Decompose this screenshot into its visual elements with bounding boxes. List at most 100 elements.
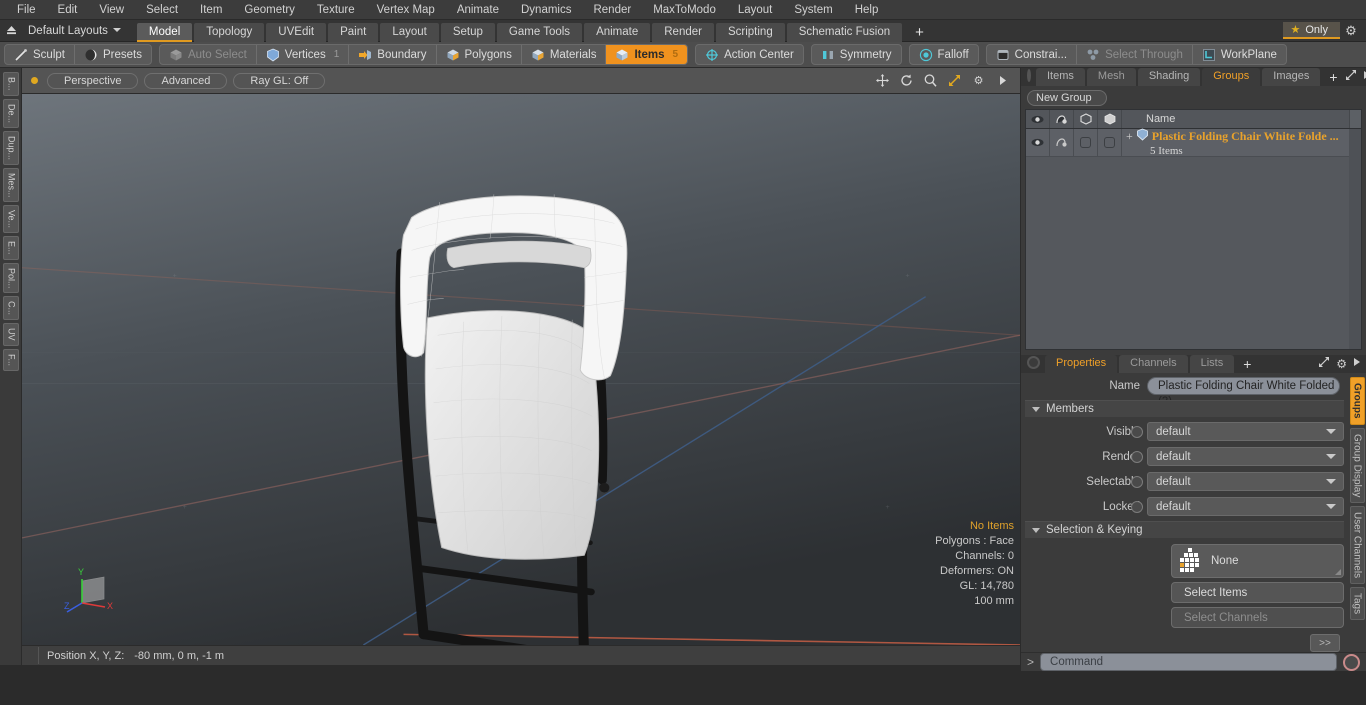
name-field[interactable]: Plastic Folding Chair White Folded (3) <box>1147 376 1340 408</box>
materials-button[interactable]: Materials <box>522 45 607 64</box>
tab-images[interactable]: Images <box>1262 68 1321 86</box>
polygons-button[interactable]: Polygons <box>437 45 522 64</box>
falloff-button[interactable]: Falloff <box>910 45 978 64</box>
constraints-button[interactable]: Constrai... <box>987 45 1078 64</box>
rotate-icon[interactable] <box>899 73 914 88</box>
members-section-header[interactable]: Members <box>1025 400 1344 417</box>
tab-items[interactable]: Items <box>1036 68 1085 86</box>
menu-item-system[interactable]: System <box>783 0 843 20</box>
sculpt-button[interactable]: Sculpt <box>5 45 75 64</box>
viewport-menu-dot-icon[interactable] <box>31 77 38 84</box>
tab-layout[interactable]: Layout <box>380 22 439 42</box>
home-icon[interactable] <box>0 20 22 42</box>
menu-item-animate[interactable]: Animate <box>446 0 510 20</box>
gear-icon[interactable]: ⚙ <box>971 73 986 88</box>
viewport-raygl-dropdown[interactable]: Ray GL: Off <box>233 72 326 89</box>
popout-icon[interactable] <box>1318 356 1330 371</box>
cube-solid-icon[interactable] <box>1098 109 1122 129</box>
left-tab-vertex[interactable]: Ve... <box>2 205 19 234</box>
add-properties-tab-button[interactable]: + <box>1236 356 1258 373</box>
workplane-button[interactable]: WorkPlane <box>1193 45 1286 64</box>
selectable-keyframe-dot[interactable] <box>1131 475 1143 488</box>
render-icon[interactable] <box>1050 109 1074 129</box>
left-tab-duplicate[interactable]: Dup... <box>2 130 19 165</box>
selectable-dropdown[interactable]: default <box>1147 472 1344 491</box>
left-tab-edge[interactable]: E... <box>2 236 19 260</box>
menu-item-help[interactable]: Help <box>844 0 890 20</box>
viewport-perspective-dropdown[interactable]: Perspective <box>47 72 139 89</box>
render-keyframe-dot[interactable] <box>1131 450 1143 463</box>
group-list-body[interactable]: + Plastic Folding Chair White Folde ... … <box>1025 128 1362 350</box>
side-tab-tags[interactable]: Tags <box>1349 587 1365 621</box>
left-tab-uv[interactable]: UV <box>2 323 19 346</box>
menu-item-select[interactable]: Select <box>135 0 189 20</box>
move-icon[interactable] <box>875 73 890 88</box>
menu-item-vertex-map[interactable]: Vertex Map <box>366 0 446 20</box>
menu-item-view[interactable]: View <box>88 0 135 20</box>
select-items-button[interactable]: Select Items <box>1171 582 1344 603</box>
tab-lists[interactable]: Lists <box>1189 355 1235 373</box>
settings-gear-icon[interactable]: ⚙ <box>1340 23 1362 39</box>
select-through-button[interactable]: Select Through <box>1077 45 1193 64</box>
locked-dropdown[interactable]: default <box>1147 497 1344 516</box>
tab-render[interactable]: Render <box>652 22 714 42</box>
left-tab-mesh[interactable]: Mes... <box>2 167 19 203</box>
row-locked-toggle[interactable] <box>1098 128 1122 157</box>
tab-properties[interactable]: Properties <box>1045 355 1118 373</box>
locked-keyframe-dot[interactable] <box>1131 500 1143 513</box>
tab-schematic-fusion[interactable]: Schematic Fusion <box>786 22 903 42</box>
vertices-button[interactable]: Vertices 1 <box>257 45 350 64</box>
selection-keying-section-header[interactable]: Selection & Keying <box>1025 521 1344 538</box>
items-button[interactable]: Items 5 <box>606 45 688 64</box>
select-channels-button[interactable]: Select Channels <box>1171 607 1344 628</box>
row-name-cell[interactable]: + Plastic Folding Chair White Folde ... … <box>1122 128 1361 157</box>
left-tab-basic[interactable]: B... <box>2 72 19 96</box>
presets-button[interactable]: Presets <box>75 45 151 64</box>
tab-uvedit[interactable]: UVEdit <box>266 22 327 42</box>
tab-topology[interactable]: Topology <box>194 22 265 42</box>
add-tab-button[interactable]: + <box>904 23 935 42</box>
menu-item-render[interactable]: Render <box>582 0 642 20</box>
add-panel-tab-button[interactable]: + <box>1322 69 1344 86</box>
gear-icon[interactable]: ⚙ <box>1336 357 1347 371</box>
default-layouts-dropdown[interactable]: Default Layouts <box>22 25 129 37</box>
chevron-right-icon[interactable] <box>995 73 1010 88</box>
properties-menu-icon[interactable] <box>1027 356 1040 369</box>
menu-item-item[interactable]: Item <box>189 0 233 20</box>
tab-channels[interactable]: Channels <box>1119 355 1188 373</box>
boundary-button[interactable]: Boundary <box>349 45 437 64</box>
symmetry-button[interactable]: Symmetry <box>812 45 901 64</box>
chevron-right-icon[interactable] <box>1363 70 1366 83</box>
new-group-button[interactable]: New Group <box>1027 90 1107 106</box>
visible-dropdown[interactable]: default <box>1147 422 1344 441</box>
left-tab-fusion[interactable]: F... <box>2 348 19 371</box>
menu-item-dynamics[interactable]: Dynamics <box>510 0 582 20</box>
auto-select-button[interactable]: Auto Select <box>160 45 257 64</box>
row-eye-toggle[interactable] <box>1026 128 1050 157</box>
popout-icon[interactable] <box>1345 69 1357 84</box>
group-list-scrollbar[interactable] <box>1349 129 1361 349</box>
side-tab-user-channels[interactable]: User Channels <box>1349 505 1365 585</box>
side-tab-groups[interactable]: Groups <box>1349 377 1365 425</box>
checkbox-selectable[interactable] <box>1080 137 1091 148</box>
expand-more-button[interactable]: >> <box>1310 634 1340 652</box>
maximize-icon[interactable] <box>947 73 962 88</box>
selection-set-dropdown[interactable]: None <box>1171 544 1344 578</box>
visible-keyframe-dot[interactable] <box>1131 425 1143 438</box>
viewport-shading-dropdown[interactable]: Advanced <box>144 72 228 89</box>
tab-animate[interactable]: Animate <box>584 22 651 42</box>
menu-item-edit[interactable]: Edit <box>47 0 89 20</box>
zoom-icon[interactable] <box>923 73 938 88</box>
row-selectable-toggle[interactable] <box>1074 128 1098 157</box>
left-tab-polygon[interactable]: Pol... <box>2 262 19 294</box>
tab-setup[interactable]: Setup <box>440 22 495 42</box>
left-tab-deform[interactable]: De... <box>2 98 19 128</box>
command-input[interactable]: Command <box>1040 653 1337 671</box>
eye-icon[interactable] <box>1026 109 1050 129</box>
render-dropdown[interactable]: default <box>1147 447 1344 466</box>
row-render-toggle[interactable] <box>1050 128 1074 157</box>
menu-item-geometry[interactable]: Geometry <box>233 0 306 20</box>
tab-shading[interactable]: Shading <box>1137 68 1201 86</box>
table-row[interactable]: + Plastic Folding Chair White Folde ... … <box>1026 128 1361 157</box>
tab-mesh[interactable]: Mesh ... <box>1086 68 1136 99</box>
